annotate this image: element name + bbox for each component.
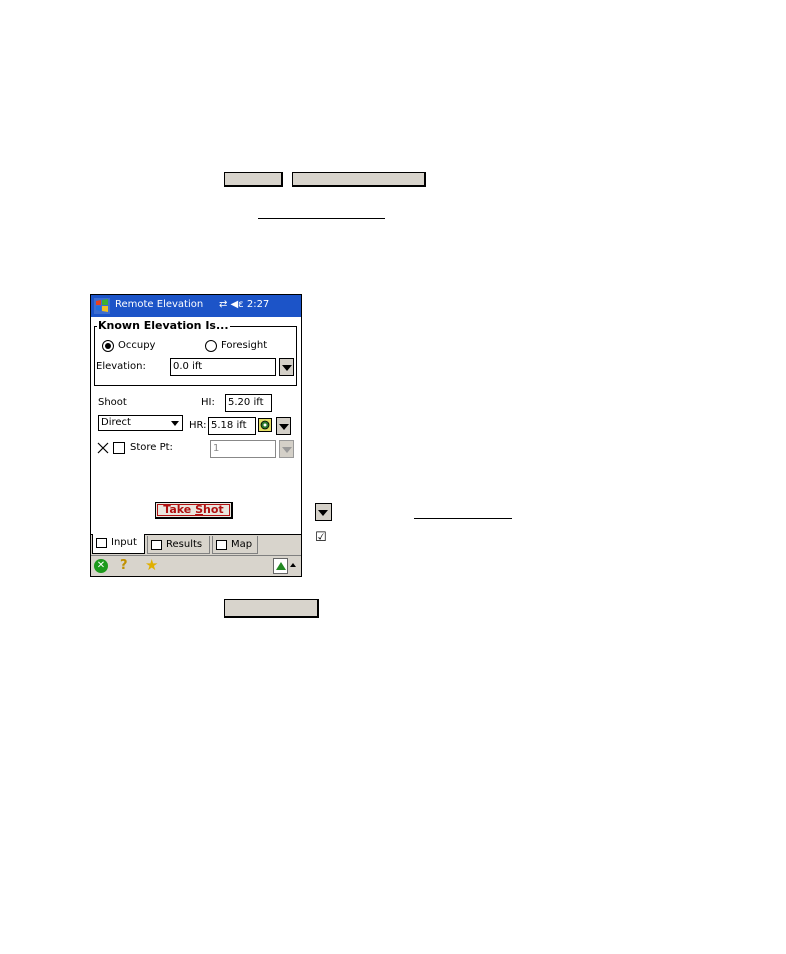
shoot-mode-value: Direct — [101, 417, 131, 428]
sip-icon[interactable] — [273, 558, 288, 574]
doc-field-box-1 — [224, 172, 283, 187]
input-tab-icon — [96, 538, 107, 548]
doc-field-box-3 — [224, 599, 319, 618]
known-elevation-legend: Known Elevation Is... — [97, 319, 230, 332]
hr-label: HR: — [189, 420, 207, 431]
status-indicators[interactable]: ⇄ ◀ε 2:27 — [219, 299, 269, 310]
take-shot-label: Take Shot — [163, 503, 224, 516]
window-title: Remote Elevation — [115, 299, 204, 310]
hr-dropdown-button[interactable] — [276, 417, 291, 435]
tab-input-label: Input — [111, 537, 137, 548]
shoot-mode-select[interactable]: Direct — [98, 415, 183, 431]
dropdown-arrow-icon — [315, 503, 332, 521]
store-pt-dropdown-button[interactable] — [279, 440, 294, 458]
shoot-label: Shoot — [98, 397, 127, 408]
store-pt-checkbox[interactable] — [113, 442, 125, 454]
elevation-label: Elevation: — [96, 361, 146, 372]
hi-label: HI: — [201, 397, 215, 408]
elevation-dropdown-button[interactable] — [279, 358, 294, 376]
tab-results-label: Results — [166, 539, 203, 550]
hr-input[interactable]: 5.18 ift — [208, 417, 256, 435]
tab-results[interactable]: Results — [147, 536, 210, 554]
elevation-input[interactable]: 0.0 ift — [170, 358, 276, 376]
doc-field-box-2 — [292, 172, 426, 187]
tab-map-label: Map — [231, 539, 253, 550]
take-shot-button[interactable]: Take Shot — [155, 502, 233, 519]
store-pt-label: Store Pt: — [130, 442, 173, 453]
close-x-icon[interactable] — [97, 442, 109, 454]
results-tab-icon — [151, 540, 162, 550]
pda-screen: Remote Elevation ⇄ ◀ε 2:27 Known Elevati… — [90, 294, 302, 577]
hi-input[interactable]: 5.20 ift — [225, 394, 272, 412]
occupy-label[interactable]: Occupy — [118, 340, 155, 351]
prism-target-icon[interactable] — [258, 418, 272, 432]
doc-underline-2 — [414, 518, 512, 519]
foresight-radio[interactable] — [205, 340, 217, 352]
occupy-radio[interactable] — [102, 340, 114, 352]
windows-start-icon[interactable] — [93, 297, 111, 315]
favorites-icon[interactable]: ★ — [145, 557, 161, 573]
menu-bar: ✕ ? ★ — [91, 555, 301, 576]
ok-icon[interactable]: ✕ — [94, 559, 108, 573]
tab-bar: Input Results Map — [91, 534, 301, 555]
map-tab-icon — [216, 540, 227, 550]
doc-underline-1 — [258, 218, 385, 219]
tab-map[interactable]: Map — [212, 536, 258, 554]
checkbox-checked-icon: ☑ — [315, 530, 327, 545]
chevron-down-icon — [171, 421, 179, 426]
sip-arrow-icon[interactable] — [290, 563, 296, 567]
title-bar: Remote Elevation ⇄ ◀ε 2:27 — [91, 295, 301, 317]
foresight-label[interactable]: Foresight — [221, 340, 267, 351]
tab-input[interactable]: Input — [92, 534, 145, 554]
help-icon[interactable]: ? — [120, 558, 134, 574]
store-pt-input[interactable]: 1 — [210, 440, 276, 458]
known-elevation-group — [94, 326, 297, 386]
